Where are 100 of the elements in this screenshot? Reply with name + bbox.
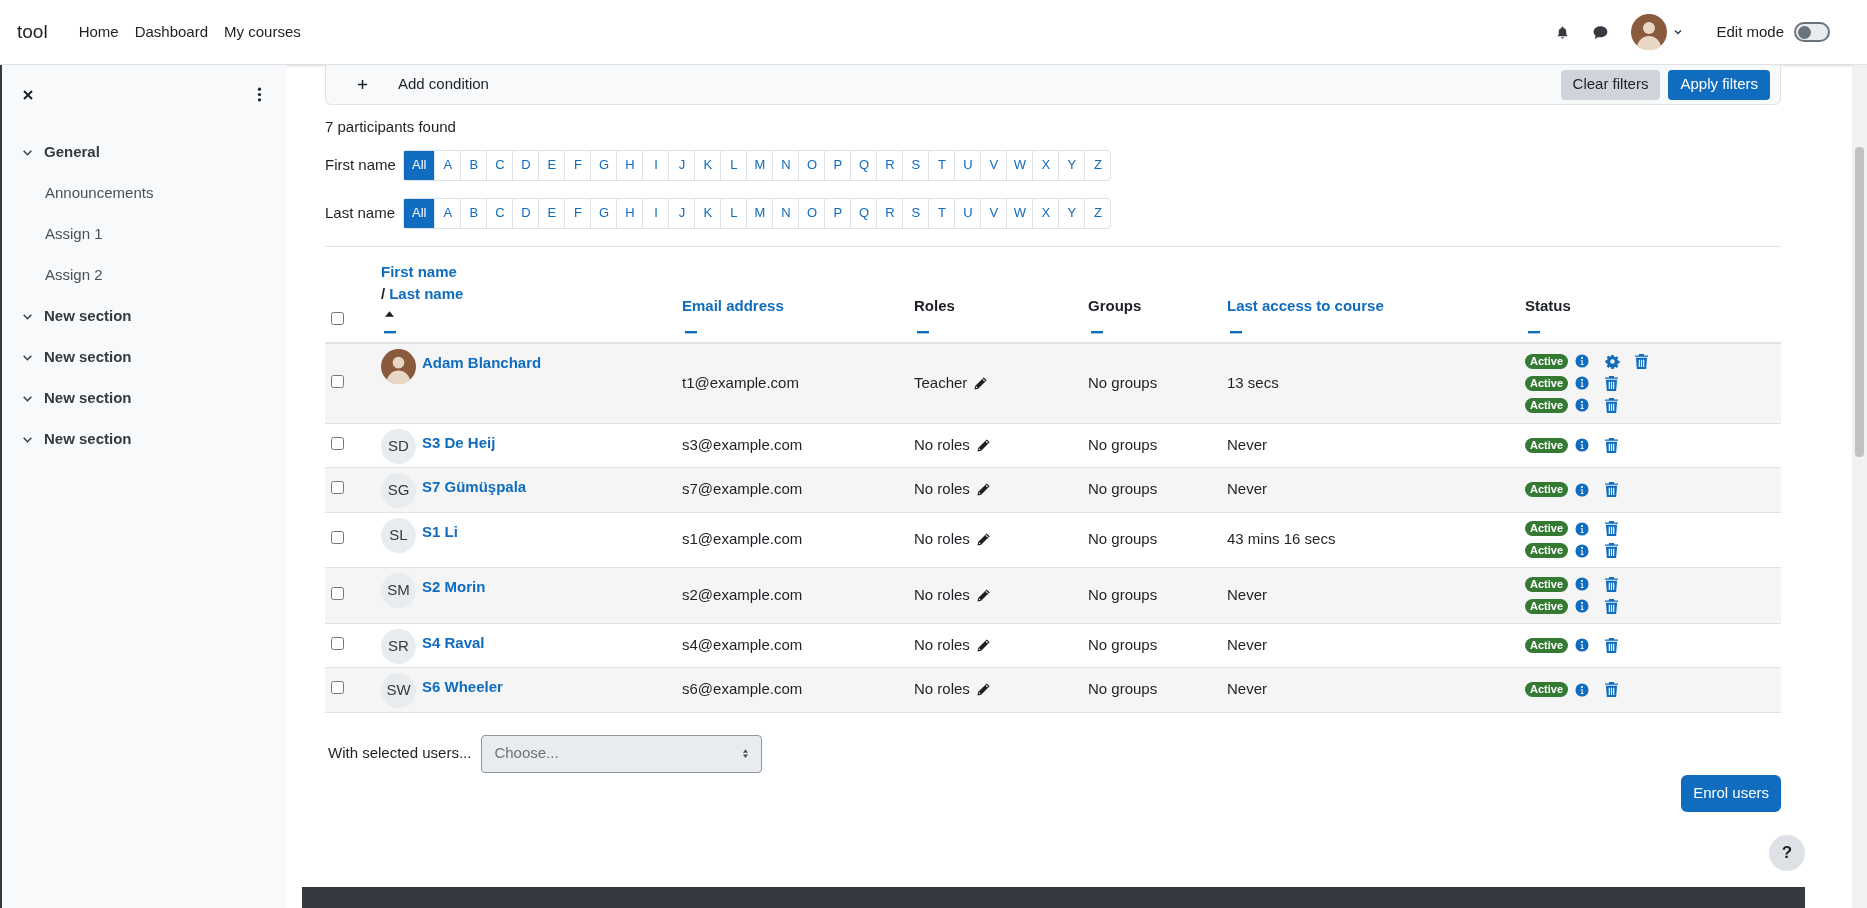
pencil-icon[interactable] xyxy=(975,682,991,697)
row-checkbox[interactable] xyxy=(331,481,344,495)
plus-icon[interactable] xyxy=(357,79,368,90)
row-checkbox[interactable] xyxy=(331,636,344,650)
trash-icon[interactable] xyxy=(1605,375,1619,391)
initial-filter-link[interactable]: Q xyxy=(850,150,877,180)
activity-link[interactable]: Announcements xyxy=(45,182,154,205)
row-checkbox[interactable] xyxy=(331,681,344,695)
column-sort-link[interactable]: First name xyxy=(381,261,457,283)
initial-filter-link[interactable]: I xyxy=(642,198,669,228)
initial-filter-link[interactable]: E xyxy=(538,150,565,180)
initial-filter-link[interactable]: C xyxy=(486,150,513,180)
pencil-icon[interactable] xyxy=(975,482,991,497)
info-icon[interactable] xyxy=(1575,482,1590,497)
edit-mode-toggle[interactable] xyxy=(1794,22,1830,42)
initial-filter-link[interactable]: J xyxy=(668,198,695,228)
initial-filter-link[interactable]: K xyxy=(694,150,721,180)
pencil-icon[interactable] xyxy=(975,587,991,603)
initial-filter-link[interactable]: D xyxy=(512,150,539,180)
column-sort-link[interactable]: Email address xyxy=(682,295,784,317)
initial-filter-link[interactable]: A xyxy=(434,150,461,180)
chat-icon[interactable] xyxy=(1592,23,1610,41)
trash-icon[interactable] xyxy=(1605,598,1619,614)
row-checkbox[interactable] xyxy=(331,436,344,450)
initial-filter-link[interactable]: F xyxy=(564,150,591,180)
more-options-icon[interactable] xyxy=(257,87,262,102)
initial-filter-link[interactable]: All xyxy=(404,198,435,228)
nav-link[interactable]: My courses xyxy=(224,20,301,44)
info-icon[interactable] xyxy=(1575,398,1590,413)
row-checkbox[interactable] xyxy=(331,531,344,545)
collapse-column-icon[interactable] xyxy=(1528,331,1540,334)
column-sort-link[interactable]: Last access to course xyxy=(1227,295,1384,317)
trash-icon[interactable] xyxy=(1605,482,1619,497)
initial-filter-link[interactable]: Y xyxy=(1058,198,1085,228)
initial-filter-link[interactable]: I xyxy=(642,150,669,180)
initial-filter-link[interactable]: P xyxy=(824,150,851,180)
collapse-column-icon[interactable] xyxy=(917,331,929,334)
initial-filter-link[interactable]: G xyxy=(590,198,617,228)
initial-filter-link[interactable]: W xyxy=(1006,150,1033,180)
info-icon[interactable] xyxy=(1575,638,1590,652)
user-name-link[interactable]: S3 De Heij xyxy=(422,428,496,454)
trash-icon[interactable] xyxy=(1605,397,1619,413)
trash-icon[interactable] xyxy=(1605,576,1619,592)
close-icon[interactable] xyxy=(22,88,34,101)
initial-filter-link[interactable]: N xyxy=(772,198,799,228)
user-name-link[interactable]: Adam Blanchard xyxy=(422,349,542,375)
enrol-users-button[interactable]: Enrol users xyxy=(1681,774,1781,812)
user-name-link[interactable]: S7 Gümüşpala xyxy=(422,472,527,498)
info-icon[interactable] xyxy=(1575,521,1590,536)
initial-filter-link[interactable]: Z xyxy=(1084,198,1111,228)
section-link[interactable]: New section xyxy=(44,387,132,410)
collapse-column-icon[interactable] xyxy=(1091,331,1103,334)
initial-filter-link[interactable]: A xyxy=(434,198,461,228)
initial-filter-link[interactable]: T xyxy=(928,150,955,180)
trash-icon[interactable] xyxy=(1605,682,1619,697)
add-condition-link[interactable]: Add condition xyxy=(398,73,489,96)
info-icon[interactable] xyxy=(1575,577,1590,591)
initial-filter-link[interactable]: V xyxy=(980,198,1007,228)
row-checkbox[interactable] xyxy=(331,586,344,600)
row-checkbox[interactable] xyxy=(331,375,344,388)
pencil-icon[interactable] xyxy=(975,532,991,547)
section-link[interactable]: New section xyxy=(44,305,132,328)
pencil-icon[interactable] xyxy=(975,637,991,653)
initial-filter-link[interactable]: V xyxy=(980,150,1007,180)
initial-filter-link[interactable]: S xyxy=(902,150,929,180)
trash-icon[interactable] xyxy=(1605,637,1619,653)
initial-filter-link[interactable]: F xyxy=(564,198,591,228)
initial-filter-link[interactable]: W xyxy=(1006,198,1033,228)
initial-filter-link[interactable]: D xyxy=(512,198,539,228)
column-sort-link[interactable]: Last name xyxy=(389,283,464,305)
collapse-column-icon[interactable] xyxy=(685,331,697,334)
initial-filter-link[interactable]: M xyxy=(746,150,773,180)
activity-link[interactable]: Assign 1 xyxy=(45,223,103,246)
help-button[interactable]: ? xyxy=(1769,835,1805,871)
avatar-icon[interactable] xyxy=(1631,14,1668,50)
initial-filter-link[interactable]: R xyxy=(876,150,903,180)
info-icon[interactable] xyxy=(1575,543,1590,558)
initial-filter-link[interactable]: X xyxy=(1032,198,1059,228)
initial-filter-link[interactable]: B xyxy=(460,198,487,228)
apply-filters-button[interactable]: Apply filters xyxy=(1668,69,1770,100)
user-name-link[interactable]: S4 Raval xyxy=(422,628,485,654)
trash-icon[interactable] xyxy=(1605,521,1619,536)
scrollbar-thumb[interactable] xyxy=(1855,147,1864,457)
initial-filter-link[interactable]: L xyxy=(720,150,747,180)
initial-filter-link[interactable]: L xyxy=(720,198,747,228)
collapse-column-icon[interactable] xyxy=(384,331,396,334)
settings-icon[interactable] xyxy=(1605,353,1621,369)
initial-filter-link[interactable]: Y xyxy=(1058,150,1085,180)
initial-filter-link[interactable]: N xyxy=(772,150,799,180)
initial-filter-link[interactable]: T xyxy=(928,198,955,228)
user-name-link[interactable]: S1 Li xyxy=(422,517,458,543)
initial-filter-link[interactable]: U xyxy=(954,198,981,228)
user-name-link[interactable]: S2 Morin xyxy=(422,572,486,598)
user-name-link[interactable]: S6 Wheeler xyxy=(422,672,503,698)
info-icon[interactable] xyxy=(1575,354,1590,369)
initial-filter-link[interactable]: E xyxy=(538,198,565,228)
initial-filter-link[interactable]: O xyxy=(798,198,825,228)
site-name[interactable]: tool xyxy=(17,17,48,47)
trash-icon[interactable] xyxy=(1635,353,1649,369)
initial-filter-link[interactable]: H xyxy=(616,198,643,228)
